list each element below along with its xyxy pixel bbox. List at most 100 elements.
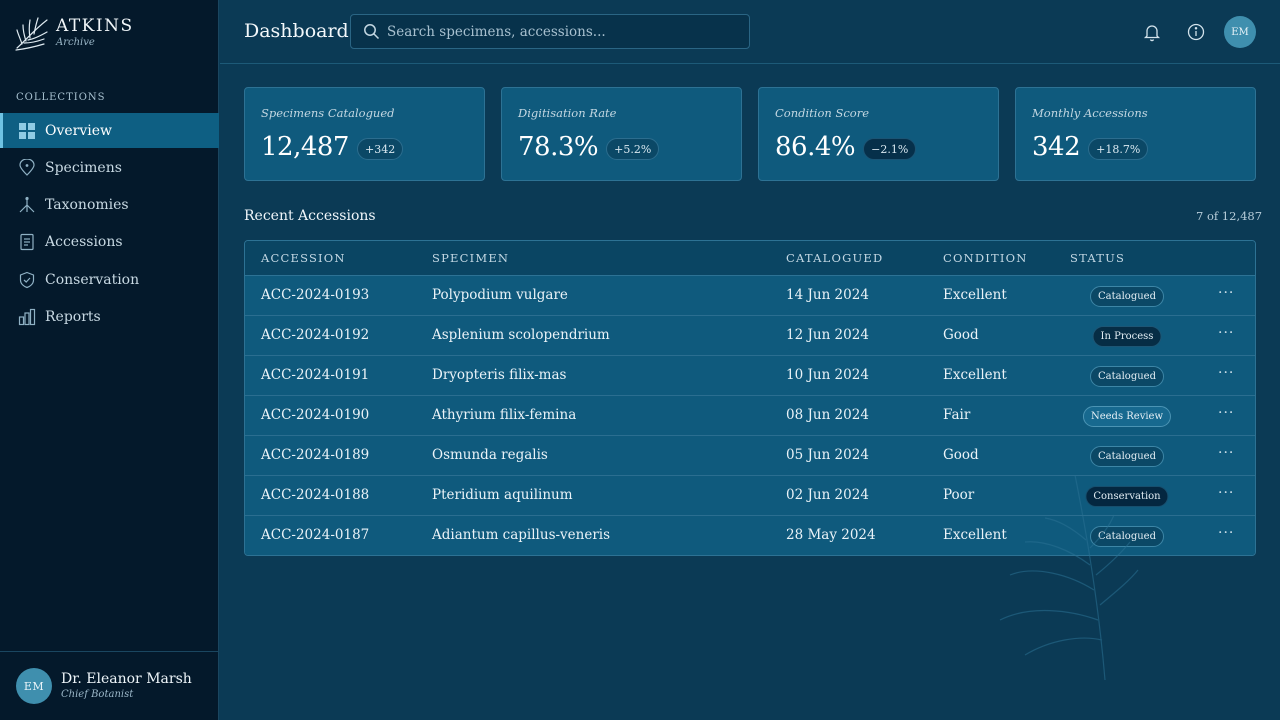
user-profile[interactable]: EM Dr. Eleanor Marsh Chief Botanist <box>0 651 219 720</box>
sidebar-item-specimens[interactable]: Specimens <box>0 150 219 185</box>
user-name: Dr. Eleanor Marsh <box>61 671 192 687</box>
row-more-icon[interactable]: ··· <box>1218 485 1234 501</box>
search-bar[interactable] <box>350 14 750 49</box>
stat-change-badge: +18.7% <box>1088 138 1149 160</box>
table-row[interactable]: ACC-2024-0188 Pteridium aquilinum 02 Jun… <box>245 476 1255 516</box>
row-more-icon[interactable]: ··· <box>1218 325 1234 341</box>
table-row[interactable]: ACC-2024-0187 Adiantum capillus-veneris … <box>245 516 1255 555</box>
search-icon <box>364 24 380 40</box>
stat-card-condition[interactable]: Condition Score 86.4% −2.1% <box>758 87 999 181</box>
cell-accession[interactable]: ACC-2024-0192 <box>261 327 369 343</box>
table-header: ACCESSION SPECIMEN CATALOGUED CONDITION … <box>245 241 1255 276</box>
cell-specimen: Asplenium scolopendrium <box>432 327 610 343</box>
cell-accession[interactable]: ACC-2024-0189 <box>261 447 369 463</box>
table-count: 7 of 12,487 <box>1196 209 1263 223</box>
bell-icon[interactable] <box>1142 22 1162 42</box>
status-badge: Catalogued <box>1090 526 1164 547</box>
info-icon[interactable] <box>1186 22 1206 42</box>
bar-chart-icon <box>18 308 36 326</box>
row-more-icon[interactable]: ··· <box>1218 445 1234 461</box>
cell-specimen: Dryopteris filix-mas <box>432 367 567 383</box>
cell-condition: Good <box>943 447 979 463</box>
stat-card-monthly[interactable]: Monthly Accessions 342 +18.7% <box>1015 87 1256 181</box>
column-header-catalogued[interactable]: CATALOGUED <box>786 251 883 265</box>
cell-condition: Excellent <box>943 367 1007 383</box>
table-row[interactable]: ACC-2024-0191 Dryopteris filix-mas 10 Ju… <box>245 356 1255 396</box>
cell-catalogued: 28 May 2024 <box>786 527 876 543</box>
sidebar: ATKINS Archive COLLECTIONS Overview Spec… <box>0 0 219 720</box>
avatar[interactable]: EM <box>16 668 52 704</box>
sidebar-item-reports[interactable]: Reports <box>0 299 219 334</box>
user-role: Chief Botanist <box>61 689 134 700</box>
sidebar-nav: Overview Specimens Taxonomies Accessions… <box>0 113 219 337</box>
sidebar-item-overview[interactable]: Overview <box>0 113 219 148</box>
stat-change-badge: −2.1% <box>863 138 917 160</box>
row-more-icon[interactable]: ··· <box>1218 405 1234 421</box>
cell-accession[interactable]: ACC-2024-0191 <box>261 367 369 383</box>
row-more-icon[interactable]: ··· <box>1218 365 1234 381</box>
brand[interactable]: ATKINS Archive <box>14 14 134 52</box>
status-badge: Needs Review <box>1082 406 1172 427</box>
table-row[interactable]: ACC-2024-0192 Asplenium scolopendrium 12… <box>245 316 1255 356</box>
grid-icon <box>18 122 36 140</box>
stat-value: 342 <box>1032 132 1081 162</box>
accessions-table: ACCESSION SPECIMEN CATALOGUED CONDITION … <box>244 240 1256 556</box>
sidebar-item-label: Reports <box>45 308 101 325</box>
cell-catalogued: 10 Jun 2024 <box>786 367 869 383</box>
cell-catalogued: 08 Jun 2024 <box>786 407 869 423</box>
cell-specimen: Athyrium filix-femina <box>432 407 577 423</box>
cell-specimen: Osmunda regalis <box>432 447 548 463</box>
sidebar-item-label: Overview <box>45 122 113 139</box>
search-input[interactable] <box>387 23 737 40</box>
document-icon <box>18 233 36 251</box>
cell-condition: Excellent <box>943 527 1007 543</box>
cell-condition: Good <box>943 327 979 343</box>
table-row[interactable]: ACC-2024-0193 Polypodium vulgare 14 Jun … <box>245 276 1255 316</box>
cell-catalogued: 02 Jun 2024 <box>786 487 869 503</box>
stat-change-badge: +342 <box>356 138 404 160</box>
status-badge: Conservation <box>1085 486 1169 507</box>
status-badge: Catalogued <box>1090 446 1164 467</box>
stat-label: Monthly Accessions <box>1032 106 1148 120</box>
cell-specimen: Pteridium aquilinum <box>432 487 573 503</box>
cell-condition: Poor <box>943 487 975 503</box>
table-title: Recent Accessions <box>244 208 376 224</box>
leaf-pin-icon <box>18 158 36 177</box>
stat-card-digitisation[interactable]: Digitisation Rate 78.3% +5.2% <box>501 87 742 181</box>
column-header-status[interactable]: STATUS <box>1070 251 1125 265</box>
stat-value: 12,487 <box>261 132 349 162</box>
sidebar-item-accessions[interactable]: Accessions <box>0 225 219 260</box>
stat-card-specimens[interactable]: Specimens Catalogued 12,487 +342 <box>244 87 485 181</box>
cell-catalogued: 14 Jun 2024 <box>786 287 869 303</box>
status-badge: Catalogued <box>1090 366 1164 387</box>
stat-value: 86.4% <box>775 132 856 162</box>
cell-accession[interactable]: ACC-2024-0188 <box>261 487 369 503</box>
cell-accession[interactable]: ACC-2024-0190 <box>261 407 369 423</box>
brand-subtitle: Archive <box>56 37 95 48</box>
sidebar-item-label: Accessions <box>45 234 123 251</box>
branch-icon <box>18 196 36 214</box>
stat-label: Specimens Catalogued <box>261 106 395 120</box>
cell-accession[interactable]: ACC-2024-0187 <box>261 527 369 543</box>
sidebar-item-label: Taxonomies <box>45 197 129 214</box>
stat-label: Condition Score <box>775 106 869 120</box>
brand-name: ATKINS <box>56 16 134 36</box>
row-more-icon[interactable]: ··· <box>1218 285 1234 301</box>
column-header-specimen[interactable]: SPECIMEN <box>432 251 509 265</box>
row-more-icon[interactable]: ··· <box>1218 525 1234 541</box>
column-header-accession[interactable]: ACCESSION <box>261 251 346 265</box>
table-row[interactable]: ACC-2024-0190 Athyrium filix-femina 08 J… <box>245 396 1255 436</box>
top-header: Dashboard EM <box>220 0 1280 64</box>
cell-specimen: Adiantum capillus-veneris <box>432 527 611 543</box>
column-header-condition[interactable]: CONDITION <box>943 251 1028 265</box>
sidebar-item-label: Conservation <box>45 271 140 288</box>
sidebar-item-taxonomies[interactable]: Taxonomies <box>0 188 219 223</box>
table-row[interactable]: ACC-2024-0189 Osmunda regalis 05 Jun 202… <box>245 436 1255 476</box>
cell-specimen: Polypodium vulgare <box>432 287 568 303</box>
sidebar-item-conservation[interactable]: Conservation <box>0 262 219 297</box>
page-title: Dashboard <box>244 20 349 42</box>
cell-catalogued: 12 Jun 2024 <box>786 327 869 343</box>
stat-value: 78.3% <box>518 132 599 162</box>
header-avatar[interactable]: EM <box>1224 16 1256 48</box>
cell-accession[interactable]: ACC-2024-0193 <box>261 287 369 303</box>
